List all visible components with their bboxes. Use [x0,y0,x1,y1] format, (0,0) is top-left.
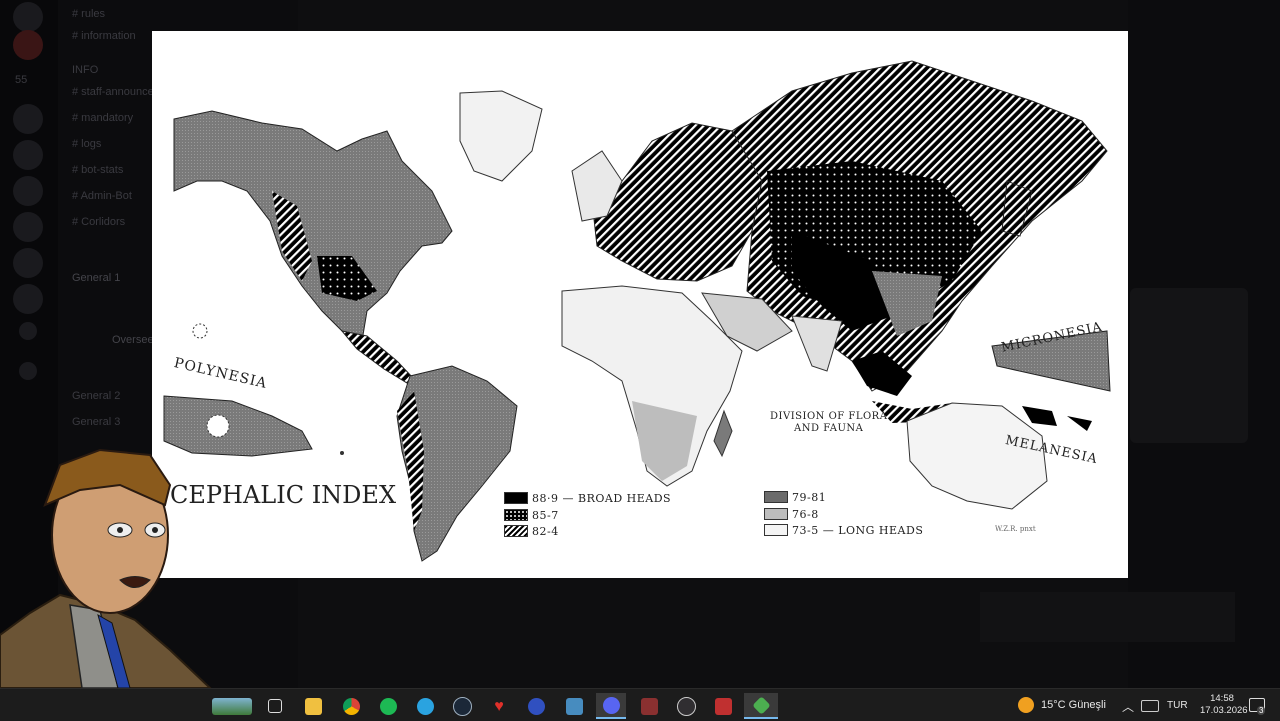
channel-item[interactable]: # information [72,30,136,42]
legend-item: 82-4 [504,524,559,538]
spotify-icon[interactable] [373,693,403,719]
channel-item[interactable]: # Admin-Bot [72,190,132,202]
map-credit: W.Z.R. pnxt [995,525,1036,533]
winrar-icon[interactable] [634,693,664,719]
radio-app-icon[interactable] [521,693,551,719]
legend-label: 88·9 — BROAD HEADS [532,491,672,505]
legend-swatch [504,525,528,537]
input-language[interactable]: TUR [1167,700,1188,711]
legend-swatch [764,491,788,503]
heart-app-icon[interactable]: ♥ [484,693,514,719]
server-icon[interactable] [13,140,43,170]
legend-label: 82-4 [532,524,559,538]
europe [591,122,763,282]
server-icon[interactable] [13,104,43,134]
legend-item: 85-7 [504,508,559,522]
wallace-line-label: DIVISION OF FLORA AND FAUNA [770,411,887,435]
clock-time: 14:58 [1210,693,1234,704]
legend-label: 79-81 [792,490,827,504]
keyboard-icon[interactable] [1141,700,1159,712]
clock[interactable]: 14:58 17.03.2026 [1200,693,1248,717]
godot-icon[interactable] [559,693,589,719]
cartoon-avatar [0,448,212,688]
file-explorer-icon[interactable] [298,693,328,719]
landscape-thumbnail-icon[interactable] [210,693,254,719]
server-rail-badge: 55 [15,74,28,86]
media-strip [980,592,1235,642]
task-view-icon[interactable] [260,693,290,719]
legend-swatch [504,492,528,504]
weather-sun-icon[interactable] [1018,697,1034,713]
weather-text[interactable]: 15°C Güneşli [1041,699,1106,711]
central-america [340,330,415,384]
voice-user[interactable]: Overseer [112,334,157,346]
australia [906,402,1048,510]
add-server-icon[interactable] [19,322,37,340]
discord-icon[interactable] [596,693,626,719]
emerald-app-icon[interactable] [744,693,778,719]
steam-icon[interactable] [447,693,477,719]
legend-label: 85-7 [532,508,559,522]
legend-swatch [504,509,528,521]
legend-label: 76-8 [792,507,819,521]
greenland [459,90,543,182]
channel-item[interactable]: # logs [72,138,101,150]
legend-swatch [764,524,788,536]
channel-item[interactable]: # bot-stats [72,164,123,176]
north-america [173,110,453,342]
explore-icon[interactable] [19,362,37,380]
channel-category[interactable]: INFO [72,64,98,76]
windows-taskbar: ♥ 15°C Güneşli ︿ TUR 14:58 17.03.2026 3 [0,688,1280,721]
telegram-icon[interactable] [410,693,440,719]
channel-item[interactable]: # Corlidors [72,216,125,228]
server-icon[interactable] [13,248,43,278]
wallace-line-text: AND FAUNA [794,423,864,434]
server-icon[interactable] [13,212,43,242]
legend-item: 76-8 [764,507,819,521]
notification-count: 3 [1257,706,1266,715]
legend-item: 73-5 — LONG HEADS [764,523,923,537]
shared-screen-map: CEPHALIC INDEX POLYNESIA MICRONESIA MELA… [152,31,1128,578]
stream-preview-thumbnail[interactable] [1130,288,1248,443]
clock-date: 17.03.2026 [1200,705,1248,716]
chrome-icon[interactable] [336,693,366,719]
weather-condition: Güneşli [1068,699,1106,711]
weather-temp: 15°C [1041,699,1066,711]
server-icon[interactable] [13,176,43,206]
server-icon[interactable] [13,30,43,60]
legend-swatch [764,508,788,520]
obs-icon[interactable] [671,693,701,719]
channel-item[interactable]: # mandatory [72,112,133,124]
legend-item: 79-81 [764,490,826,504]
voice-channel[interactable]: General 2 [72,390,120,402]
voice-channel[interactable]: General 1 [72,272,120,284]
vpn-shield-icon[interactable] [708,693,738,719]
server-icon[interactable] [13,284,43,314]
wallace-line-text: DIVISION OF FLORA [770,411,888,422]
channel-item[interactable]: # rules [72,8,105,20]
tray-chevron-up-icon[interactable]: ︿ [1122,698,1134,715]
legend-item: 88·9 — BROAD HEADS [504,491,671,505]
voice-channel[interactable]: General 3 [72,416,120,428]
legend-label: 73-5 — LONG HEADS [792,523,924,537]
server-icon[interactable] [13,2,43,32]
